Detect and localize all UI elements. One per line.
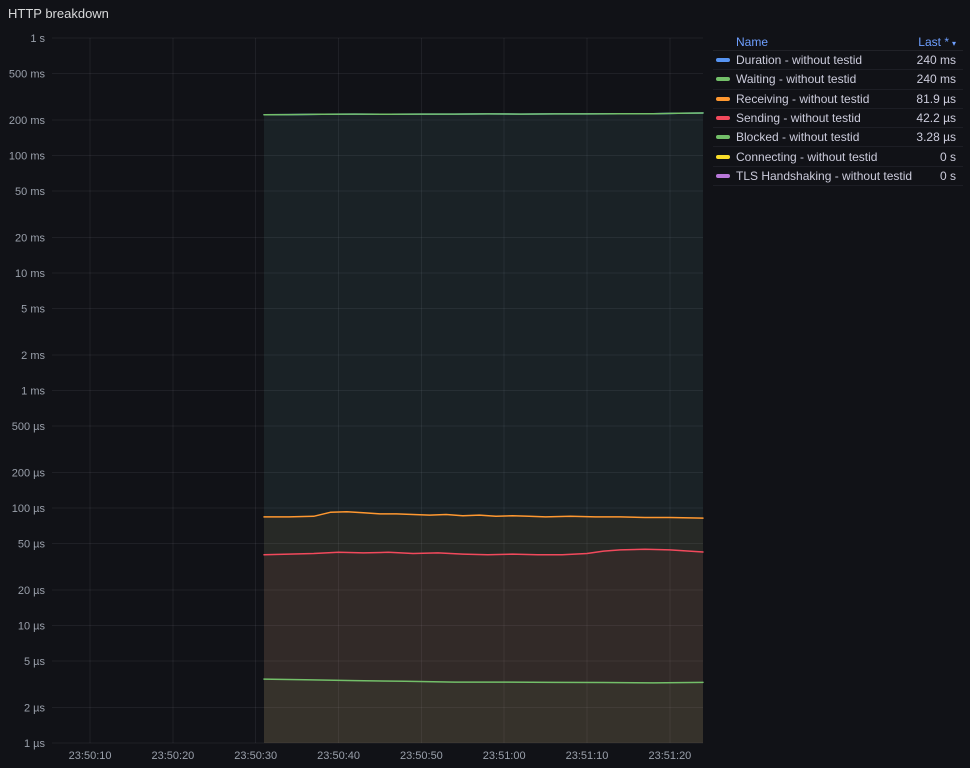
legend: Name Last * ▾ Duration - without testid 24… [713, 33, 963, 187]
y-tick-label: 5 ms [21, 303, 45, 315]
series-label: Blocked - without testid [736, 130, 860, 145]
y-tick-label: 1 s [30, 33, 45, 45]
y-tick-label: 50 ms [15, 186, 45, 198]
series-color-indicator[interactable] [716, 116, 730, 121]
y-tick-label: 5 µs [24, 656, 46, 668]
y-tick-label: 100 ms [9, 151, 46, 163]
y-tick-label: 20 µs [18, 585, 46, 597]
series-label: TLS Handshaking - without testid [736, 168, 913, 183]
y-tick-label: 100 µs [12, 503, 46, 515]
series-label: Receiving - without testid [736, 91, 870, 106]
series-label: Waiting - without testid [736, 72, 857, 87]
x-tick-label: 23:51:00 [483, 750, 526, 762]
x-tick-label: 23:51:10 [566, 750, 609, 762]
legend-row[interactable]: Blocked - without testid 3.28 µs [713, 128, 963, 148]
series-last-value: 240 ms [916, 72, 956, 87]
y-tick-label: 500 ms [9, 68, 46, 80]
series-color-indicator[interactable] [716, 173, 730, 178]
y-tick-label: 10 ms [15, 268, 45, 280]
series-label: Connecting - without testid [736, 149, 878, 164]
series-color-indicator[interactable] [716, 154, 730, 159]
legend-row[interactable]: Sending - without testid 42.2 µs [713, 109, 963, 129]
legend-row[interactable]: Receiving - without testid 81.9 µs [713, 90, 963, 109]
series-last-value: 42.2 µs [916, 111, 956, 126]
series-label: Duration - without testid [736, 53, 863, 68]
legend-row[interactable]: Waiting - without testid 240 ms [713, 70, 963, 90]
sort-desc-icon: ▾ [951, 38, 956, 48]
y-tick-label: 2 µs [24, 703, 46, 715]
y-tick-label: 2 ms [21, 350, 45, 362]
y-tick-label: 10 µs [18, 621, 46, 633]
x-tick-label: 23:51:20 [648, 750, 691, 762]
y-tick-label: 1 ms [21, 386, 45, 398]
x-tick-label: 23:50:40 [317, 750, 360, 762]
y-tick-label: 500 µs [12, 421, 46, 433]
series-last-value: 0 s [939, 168, 956, 183]
y-tick-label: 200 ms [9, 115, 46, 127]
x-tick-label: 23:50:30 [234, 750, 277, 762]
series-label: Sending - without testid [736, 111, 861, 126]
series-last-value: 0 s [939, 149, 956, 164]
legend-row[interactable]: Duration - without testid 240 ms [713, 51, 963, 71]
series-color-indicator[interactable] [716, 96, 730, 101]
x-tick-label: 23:50:20 [151, 750, 194, 762]
legend-sort-name[interactable]: Name [736, 35, 768, 49]
x-tick-label: 23:50:50 [400, 750, 443, 762]
legend-sort-last[interactable]: Last * ▾ [918, 35, 956, 49]
panel-title[interactable]: HTTP breakdown [8, 6, 109, 21]
series-color-indicator[interactable] [716, 77, 730, 82]
legend-row[interactable]: TLS Handshaking - without testid 0 s [713, 167, 963, 187]
legend-rows: Duration - without testid 240 ms Waiting -… [713, 51, 963, 187]
series-color-indicator[interactable] [716, 58, 730, 63]
x-tick-label: 23:50:10 [69, 750, 112, 762]
series-fill [264, 679, 703, 743]
panel: 1 s 500 ms 200 ms 100 ms 50 ms 20 ms 10 ms 5 ms… [0, 0, 970, 768]
series-last-value: 81.9 µs [916, 91, 956, 106]
y-tick-label: 20 ms [15, 233, 45, 245]
y-tick-label: 50 µs [18, 538, 46, 550]
y-tick-label: 1 µs [24, 738, 46, 750]
legend-sort-last-label: Last * [918, 34, 949, 49]
series-last-value: 3.28 µs [916, 130, 956, 145]
legend-row[interactable]: Connecting - without testid 0 s [713, 147, 963, 167]
y-tick-label: 200 µs [12, 468, 46, 480]
legend-header: Name Last * ▾ [713, 33, 963, 51]
series-color-indicator[interactable] [716, 135, 730, 140]
series-last-value: 240 ms [916, 53, 956, 68]
